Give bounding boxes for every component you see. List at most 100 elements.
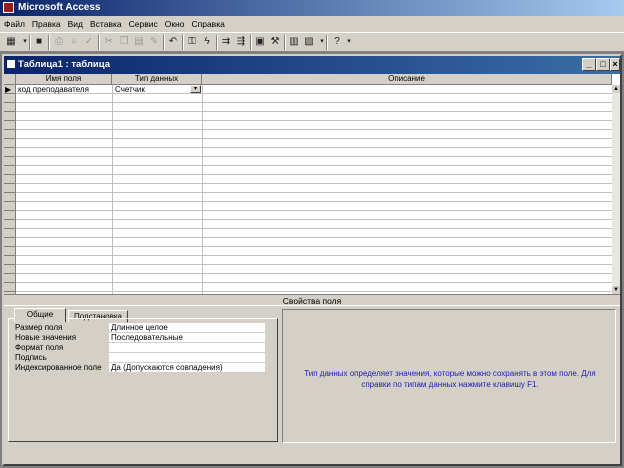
property-label: Размер поля	[15, 323, 63, 332]
table-row[interactable]	[16, 274, 612, 283]
table-row[interactable]	[16, 112, 612, 121]
row-selector[interactable]	[4, 202, 16, 211]
menu-insert[interactable]: Вставка	[86, 16, 125, 29]
table-row[interactable]	[16, 175, 612, 184]
row-selector[interactable]	[4, 121, 16, 130]
table-row[interactable]	[16, 166, 612, 175]
table-row[interactable]	[16, 103, 612, 112]
row-selector[interactable]	[4, 238, 16, 247]
table-row[interactable]	[16, 184, 612, 193]
row-selector[interactable]	[4, 283, 16, 292]
row-selector[interactable]	[4, 94, 16, 103]
menu-window[interactable]: Окно	[161, 16, 188, 29]
row-selector[interactable]	[4, 184, 16, 193]
print-preview-icon[interactable]: ⌕	[67, 35, 81, 49]
format-value[interactable]	[109, 343, 265, 352]
save-icon[interactable]: ■	[32, 35, 46, 49]
table-row[interactable]	[16, 256, 612, 265]
paste-icon[interactable]: ▤	[132, 35, 146, 49]
new-values-value[interactable]: Последовательные	[109, 333, 265, 342]
column-header-data-type: Тип данных	[112, 74, 202, 85]
window-title-bar[interactable]: Таблица1 : таблица _ □ ×	[4, 56, 620, 74]
row-selector[interactable]	[4, 265, 16, 274]
format-painter-icon[interactable]: ✎	[147, 35, 161, 49]
field-name-cell[interactable]: код преподавателя	[18, 85, 89, 94]
data-type-dropdown-icon[interactable]: ▾	[190, 85, 201, 93]
property-help-text: Тип данных определяет значения, которые …	[304, 369, 596, 389]
row-selector[interactable]	[4, 148, 16, 157]
row-selector[interactable]	[4, 112, 16, 121]
row-selector[interactable]	[4, 139, 16, 148]
delete-rows-icon[interactable]: ⇶	[234, 35, 248, 49]
row-selector[interactable]	[4, 229, 16, 238]
menu-bar: Файл Правка Вид Вставка Сервис Окно Справка	[0, 16, 624, 32]
field-size-value[interactable]: Длинное целое	[109, 323, 265, 332]
properties-icon[interactable]: ▣	[253, 35, 267, 49]
data-type-cell[interactable]: Счетчик	[115, 85, 145, 94]
table-row[interactable]	[16, 130, 612, 139]
database-window-icon[interactable]: ▥	[287, 35, 301, 49]
field-grid: Имя поля Тип данных Описание ▶ код препо…	[4, 74, 620, 294]
table-row[interactable]	[16, 139, 612, 148]
row-selector[interactable]	[4, 103, 16, 112]
caption-value[interactable]	[109, 353, 265, 362]
table-row[interactable]	[16, 94, 612, 103]
build-icon[interactable]: ⚒	[268, 35, 282, 49]
table-row[interactable]	[16, 283, 612, 292]
spelling-icon[interactable]: ✓	[82, 35, 96, 49]
property-label: Формат поля	[15, 343, 64, 352]
row-selector[interactable]	[4, 247, 16, 256]
print-icon[interactable]: ⎙	[52, 35, 66, 49]
table-row[interactable]	[16, 148, 612, 157]
row-selector[interactable]	[4, 256, 16, 265]
app-title-bar: Microsoft Access	[0, 0, 624, 16]
menu-tools[interactable]: Сервис	[125, 16, 161, 29]
row-selector[interactable]	[4, 157, 16, 166]
row-selector[interactable]	[4, 211, 16, 220]
indexed-value[interactable]: Да (Допускаются совпадения)	[109, 363, 265, 372]
property-help-panel: Тип данных определяет значения, которые …	[282, 309, 616, 443]
column-divider	[202, 85, 203, 294]
view-icon[interactable]: ▦	[4, 35, 18, 49]
row-selector[interactable]	[4, 274, 16, 283]
table-row[interactable]	[16, 229, 612, 238]
menu-view[interactable]: Вид	[64, 16, 86, 29]
cut-icon[interactable]: ✂	[102, 35, 116, 49]
table-row[interactable]	[16, 220, 612, 229]
copy-icon[interactable]: ❐	[117, 35, 131, 49]
close-button[interactable]: ×	[610, 58, 620, 71]
table-row[interactable]	[16, 202, 612, 211]
row-selector[interactable]	[4, 130, 16, 139]
scroll-down-icon[interactable]: ▼	[612, 286, 620, 294]
undo-icon[interactable]: ↶	[166, 35, 180, 49]
row-selector[interactable]	[4, 175, 16, 184]
table-row[interactable]	[16, 265, 612, 274]
insert-rows-icon[interactable]: ⇉	[219, 35, 233, 49]
table-row[interactable]	[16, 247, 612, 256]
maximize-button[interactable]: □	[596, 58, 610, 71]
toolbar-options-icon[interactable]: ▾	[342, 35, 356, 49]
new-object-icon[interactable]: ▧	[302, 35, 316, 49]
general-properties-panel: Размер поля Длинное целое Новые значения…	[8, 318, 278, 442]
table-row[interactable]	[16, 157, 612, 166]
access-app-icon[interactable]	[3, 2, 14, 13]
table-row[interactable]	[16, 85, 612, 94]
field-properties-title: Свойства поля	[4, 294, 620, 306]
table-row[interactable]	[16, 193, 612, 202]
indexes-icon[interactable]: ϟ	[200, 35, 214, 49]
tab-general[interactable]: Общие	[14, 308, 66, 322]
grid-vertical-scrollbar[interactable]: ▲ ▼	[612, 85, 620, 294]
table-row[interactable]	[16, 121, 612, 130]
scroll-up-icon[interactable]: ▲	[612, 85, 620, 93]
row-selector[interactable]	[4, 193, 16, 202]
table-row[interactable]	[16, 238, 612, 247]
toolbar-separator	[163, 35, 165, 50]
row-selector[interactable]	[4, 166, 16, 175]
menu-help[interactable]: Справка	[187, 16, 227, 29]
row-selector[interactable]	[4, 220, 16, 229]
minimize-button[interactable]: _	[582, 58, 596, 71]
menu-file[interactable]: Файл	[0, 16, 28, 29]
primary-key-icon[interactable]: ⚿	[185, 35, 199, 49]
menu-edit[interactable]: Правка	[28, 16, 64, 29]
table-row[interactable]	[16, 211, 612, 220]
